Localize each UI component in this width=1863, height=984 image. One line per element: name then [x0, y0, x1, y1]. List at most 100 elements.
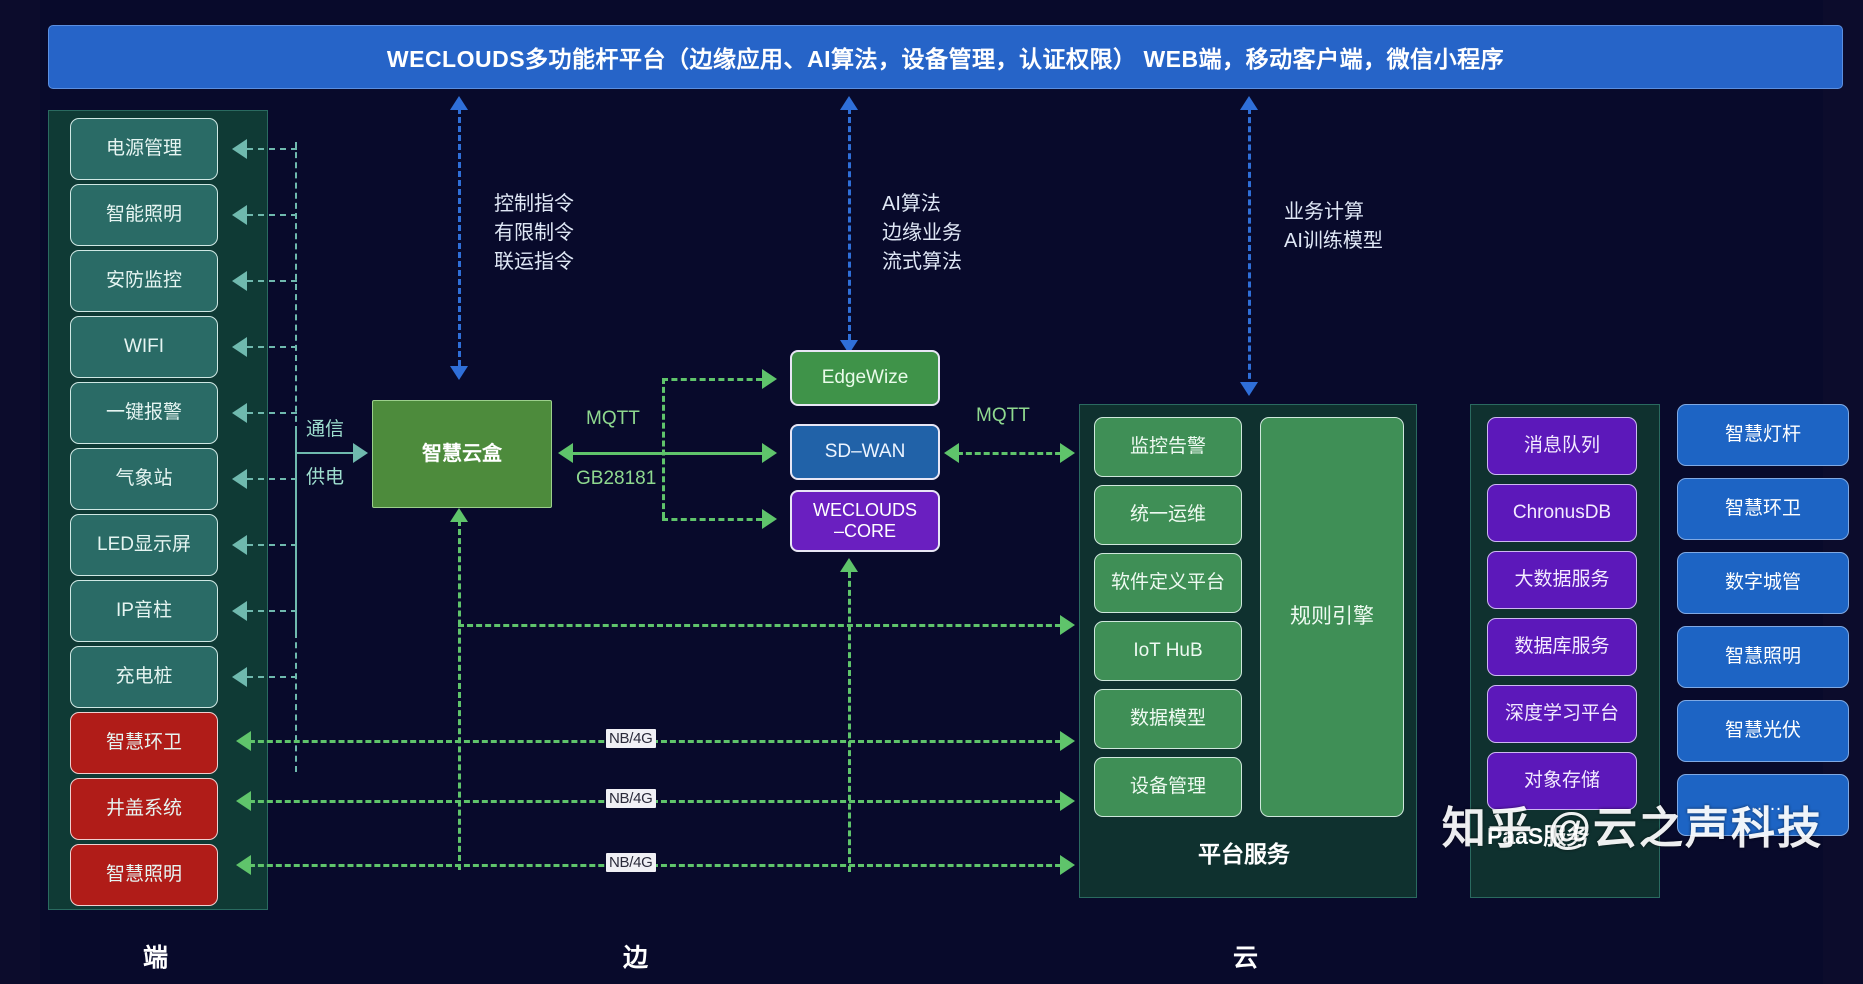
- core-uplink: [848, 572, 851, 872]
- end-device-item[interactable]: 智慧照明: [70, 844, 218, 906]
- end-device-item-label: IP音柱: [116, 600, 172, 622]
- page-edge-left: [0, 0, 40, 984]
- nb4g-line-3-arrow-left: [236, 855, 251, 875]
- edge-service-sdwan[interactable]: SD–WAN: [790, 424, 940, 480]
- platform-service-item[interactable]: 监控告警: [1094, 417, 1242, 477]
- application-item[interactable]: 数字城管: [1677, 552, 1849, 614]
- device-bus-trunk-upper: [295, 142, 297, 432]
- tier-label-cloud: 云: [1233, 944, 1259, 972]
- nb4g-line-1-arrow-left: [236, 731, 251, 751]
- end-device-item[interactable]: 智能照明: [70, 184, 218, 246]
- end-device-item[interactable]: 气象站: [70, 448, 218, 510]
- end-device-item-label: 井盖系统: [105, 798, 182, 820]
- paas-service-item[interactable]: ChronusDB: [1487, 484, 1637, 542]
- end-device-item-label: 智慧照明: [105, 864, 182, 886]
- paas-service-item-label: 大数据服务: [1514, 569, 1610, 591]
- end-device-item[interactable]: 电源管理: [70, 118, 218, 180]
- end-device-feed-arrow: [232, 337, 247, 357]
- platform-services-caption: 平台服务: [1198, 841, 1290, 867]
- end-device-item[interactable]: 智慧环卫: [70, 712, 218, 774]
- platform-service-item-label: 软件定义平台: [1110, 572, 1225, 594]
- gateway-edge-link-arrow: [558, 443, 573, 463]
- edge-fanout-sdwan-arrow: [762, 443, 777, 463]
- end-device-item-label: 气象站: [115, 468, 173, 490]
- device-bus-trunk-lower: [295, 632, 297, 772]
- device-bus-trunk-mid: [295, 432, 297, 632]
- platform-service-item-label: 数据模型: [1129, 708, 1206, 730]
- platform-title-bar: WECLOUDS多功能杆平台（边缘应用、AI算法，设备管理，认证权限） WEB端…: [48, 25, 1843, 89]
- end-device-item[interactable]: LED显示屏: [70, 514, 218, 576]
- paas-service-item[interactable]: 深度学习平台: [1487, 685, 1637, 743]
- end-device-item[interactable]: 安防监控: [70, 250, 218, 312]
- application-item[interactable]: 智慧光伏: [1677, 700, 1849, 762]
- application-item-label: 智慧灯杆: [1724, 424, 1801, 446]
- edge-fanout-trunk: [662, 378, 665, 518]
- blue-link-control-arrow-up: [450, 96, 468, 110]
- edge-to-cloud-arrow-left: [944, 443, 959, 463]
- end-device-feed-arrow: [232, 601, 247, 621]
- edge-service-edgewize-label: EdgeWize: [821, 367, 909, 389]
- end-device-feed-line: [247, 346, 297, 348]
- edge-cloud-long-bus: [458, 624, 1070, 627]
- edge-gateway-label: 智慧云盒: [422, 442, 502, 465]
- protocol-label-gb28181: GB28181: [576, 468, 657, 489]
- edge-service-edgewize[interactable]: EdgeWize: [790, 350, 940, 406]
- paas-service-item-label: 对象存储: [1523, 770, 1600, 792]
- annotation-control-commands: 控制指令 有限制令 联运指令: [494, 193, 574, 273]
- paas-service-item[interactable]: 大数据服务: [1487, 551, 1637, 609]
- end-device-item-label: WIFI: [123, 336, 165, 358]
- tier-label-end: 端: [143, 944, 169, 972]
- end-device-item[interactable]: WIFI: [70, 316, 218, 378]
- nb4g-badge-3: NB/4G: [606, 853, 656, 872]
- end-device-feed-line: [247, 280, 297, 282]
- application-item[interactable]: 智慧环卫: [1677, 478, 1849, 540]
- blue-link-control-arrow-down: [450, 366, 468, 380]
- end-device-feed-line: [247, 676, 297, 678]
- edge-gateway-box[interactable]: 智慧云盒: [372, 400, 552, 508]
- end-device-item-label: 充电桩: [115, 666, 173, 688]
- end-device-item-label: 智能照明: [105, 204, 182, 226]
- end-device-item[interactable]: 充电桩: [70, 646, 218, 708]
- end-device-feed-line: [247, 148, 297, 150]
- edge-fanout-to-sdwan: [662, 452, 762, 455]
- paas-service-item-label: 深度学习平台: [1504, 703, 1619, 725]
- end-device-item-label: 一键报警: [105, 402, 182, 424]
- rule-engine-label: 规则引擎: [1290, 604, 1374, 628]
- platform-service-item[interactable]: 软件定义平台: [1094, 553, 1242, 613]
- application-item-label: 数字城管: [1724, 572, 1801, 594]
- protocol-label-mqtt-right: MQTT: [976, 405, 1030, 426]
- platform-services-panel: 监控告警统一运维软件定义平台 IoT HuB 数据模型设备管理 规则引擎 平台服务: [1079, 404, 1417, 898]
- edge-service-weclouds-core-label: WECLOUDS –CORE: [812, 500, 917, 541]
- paas-service-item-label: ChronusDB: [1512, 502, 1612, 524]
- nb4g-line-2-arrow-right: [1060, 791, 1075, 811]
- platform-service-item[interactable]: IoT HuB: [1094, 621, 1242, 681]
- end-device-feed-arrow: [232, 139, 247, 159]
- platform-service-item-label: 设备管理: [1129, 776, 1206, 798]
- nb4g-line-2-arrow-left: [236, 791, 251, 811]
- gateway-uplink: [458, 520, 461, 870]
- bus-label-comm: 通信: [306, 419, 345, 440]
- end-device-item-label: 智慧环卫: [105, 732, 182, 754]
- platform-service-item[interactable]: 设备管理: [1094, 757, 1242, 817]
- end-device-item[interactable]: 井盖系统: [70, 778, 218, 840]
- end-device-item-label: LED显示屏: [97, 534, 191, 556]
- platform-title-text: WECLOUDS多功能杆平台（边缘应用、AI算法，设备管理，认证权限） WEB端…: [386, 46, 1505, 72]
- end-device-item[interactable]: 一键报警: [70, 382, 218, 444]
- platform-service-item-label: 统一运维: [1129, 504, 1206, 526]
- paas-service-item[interactable]: 数据库服务: [1487, 618, 1637, 676]
- platform-service-item[interactable]: 统一运维: [1094, 485, 1242, 545]
- tier-label-edge: 边: [623, 944, 649, 972]
- paas-service-item[interactable]: 消息队列: [1487, 417, 1637, 475]
- end-device-item[interactable]: IP音柱: [70, 580, 218, 642]
- application-item[interactable]: 智慧灯杆: [1677, 404, 1849, 466]
- bus-label-power: 供电: [306, 467, 345, 488]
- rule-engine-box[interactable]: 规则引擎: [1260, 417, 1404, 817]
- application-item[interactable]: 智慧照明: [1677, 626, 1849, 688]
- platform-service-item[interactable]: 数据模型: [1094, 689, 1242, 749]
- nb4g-badge-2: NB/4G: [606, 789, 656, 808]
- core-uplink-arrow: [840, 558, 858, 572]
- end-device-feed-line: [247, 478, 297, 480]
- blue-link-control: [458, 108, 461, 366]
- edge-service-weclouds-core[interactable]: WECLOUDS –CORE: [790, 490, 940, 552]
- edge-cloud-long-bus-arrow: [1060, 615, 1075, 635]
